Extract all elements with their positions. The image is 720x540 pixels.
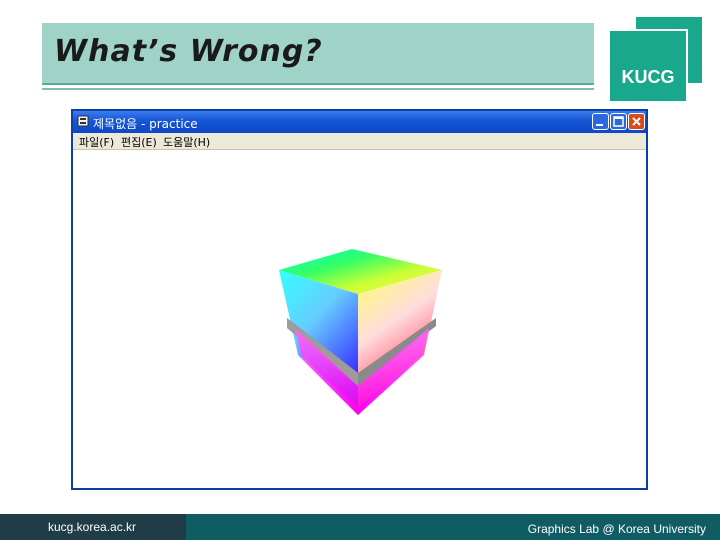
slide-title-band: What’s Wrong? bbox=[42, 23, 594, 85]
window-titlebar[interactable]: 제목없음 - practice bbox=[73, 111, 646, 133]
footer-url: kucg.korea.ac.kr bbox=[48, 520, 137, 534]
close-icon bbox=[632, 117, 641, 126]
render-canvas[interactable] bbox=[73, 150, 646, 488]
menu-file[interactable]: 파일(F) bbox=[79, 134, 114, 150]
footer-credit: Graphics Lab @ Korea University bbox=[527, 522, 706, 536]
footer-url-band: kucg.korea.ac.kr bbox=[0, 514, 186, 540]
header-divider bbox=[42, 88, 594, 90]
kucg-logo: KUCG bbox=[608, 29, 688, 103]
window-title: 제목없음 - practice bbox=[93, 117, 198, 131]
slide-title: What’s Wrong? bbox=[54, 34, 323, 69]
window-menubar: 파일(F) 편집(E) 도움말(H) bbox=[73, 133, 646, 150]
maximize-button[interactable] bbox=[610, 113, 627, 130]
close-button[interactable] bbox=[628, 113, 645, 130]
logo-text: KUCG bbox=[621, 67, 675, 87]
application-icon bbox=[77, 115, 89, 127]
slide-footer: kucg.korea.ac.kr Graphics Lab @ Korea Un… bbox=[0, 514, 720, 540]
menu-edit[interactable]: 편집(E) bbox=[121, 134, 157, 150]
minimize-button[interactable] bbox=[592, 113, 609, 130]
rgb-cube-render bbox=[279, 249, 442, 415]
minimize-icon bbox=[596, 124, 603, 126]
maximize-icon bbox=[613, 116, 624, 127]
app-window: 제목없음 - practice 파일(F) 편집(E) 도움말(H) bbox=[71, 109, 648, 490]
menu-help[interactable]: 도움말(H) bbox=[163, 134, 210, 150]
